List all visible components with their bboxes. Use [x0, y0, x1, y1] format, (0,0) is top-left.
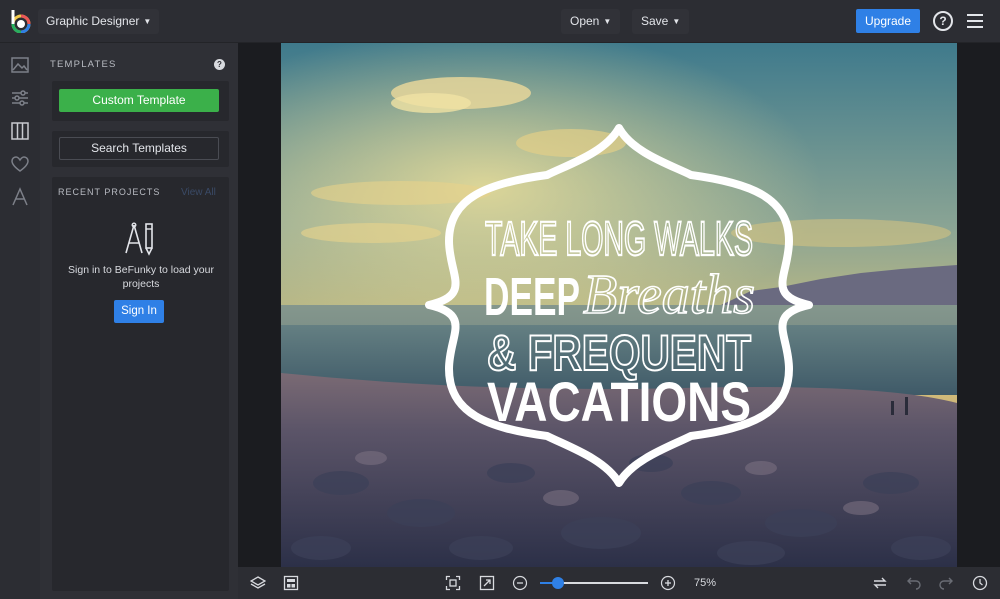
tool-rail — [0, 43, 40, 599]
quote-line-4: VACATIONS — [487, 370, 751, 433]
text-icon[interactable] — [10, 187, 30, 207]
layers-icon[interactable] — [250, 575, 266, 591]
quote-line-1: TAKE LONG WALKS — [485, 213, 753, 266]
mode-label: Graphic Designer — [46, 14, 140, 28]
zoom-slider[interactable] — [540, 577, 648, 589]
swap-icon[interactable] — [872, 575, 888, 591]
upgrade-button[interactable]: Upgrade — [856, 9, 920, 33]
view-all-link[interactable]: View All — [181, 187, 216, 198]
search-templates-button[interactable]: Search Templates — [59, 137, 219, 160]
bottom-toolbar: 75% — [238, 567, 1000, 599]
zoom-in-icon[interactable] — [660, 575, 676, 591]
hamburger-menu-icon[interactable] — [967, 14, 983, 28]
open-dropdown[interactable]: Open ▼ — [561, 9, 621, 34]
custom-template-button[interactable]: Custom Template — [59, 89, 219, 112]
top-bar: Graphic Designer ▼ Open ▼ Save ▼ Upgrade ? — [0, 0, 1000, 43]
chevron-down-icon: ▼ — [143, 17, 152, 26]
sign-in-button[interactable]: Sign In — [114, 300, 164, 323]
design-tools-icon — [125, 222, 153, 256]
sliders-icon[interactable] — [10, 88, 30, 108]
quote-line-2-script: Breaths — [583, 264, 755, 326]
fit-to-screen-icon[interactable] — [445, 575, 461, 591]
columns-icon[interactable] — [10, 121, 30, 141]
image-icon[interactable] — [10, 55, 30, 75]
heart-icon[interactable] — [10, 154, 30, 174]
chevron-down-icon: ▼ — [603, 17, 612, 26]
templates-panel: TEMPLATES ? Custom Template Search Templ… — [40, 43, 238, 599]
mode-dropdown[interactable]: Graphic Designer ▼ — [38, 9, 160, 34]
expand-icon[interactable] — [479, 575, 495, 591]
recent-projects-message: Sign in to BeFunky to load your projects — [68, 264, 214, 290]
chevron-down-icon: ▼ — [672, 17, 681, 26]
redo-icon[interactable] — [938, 575, 954, 591]
help-icon[interactable]: ? — [214, 59, 225, 70]
quote-text: TAKE LONG WALKS DEEP Breaths & FREQUENT … — [484, 212, 756, 433]
save-dropdown[interactable]: Save ▼ — [632, 9, 690, 34]
zoom-slider-handle[interactable] — [552, 577, 565, 589]
open-label: Open — [570, 14, 600, 28]
help-icon[interactable]: ? — [933, 11, 953, 31]
recent-projects-heading: RECENT PROJECTS — [58, 187, 161, 197]
save-label: Save — [641, 14, 669, 28]
undo-icon[interactable] — [906, 575, 922, 591]
zoom-out-icon[interactable] — [512, 575, 528, 591]
search-templates-section: Search Templates — [52, 131, 229, 167]
zoom-percent-label: 75% — [694, 577, 717, 589]
history-icon[interactable] — [972, 575, 988, 591]
templates-heading: TEMPLATES — [50, 59, 117, 70]
template-layout-icon[interactable] — [283, 575, 299, 591]
quote-line-2-word: DEEP — [484, 267, 580, 327]
workspace: TAKE LONG WALKS DEEP Breaths & FREQUENT … — [238, 43, 1000, 567]
custom-template-section: Custom Template — [52, 81, 229, 121]
design-canvas[interactable]: TAKE LONG WALKS DEEP Breaths & FREQUENT … — [281, 43, 957, 567]
recent-projects-section: RECENT PROJECTS View All Sign in to BeFu… — [52, 177, 229, 591]
befunky-logo-icon[interactable] — [8, 9, 32, 33]
